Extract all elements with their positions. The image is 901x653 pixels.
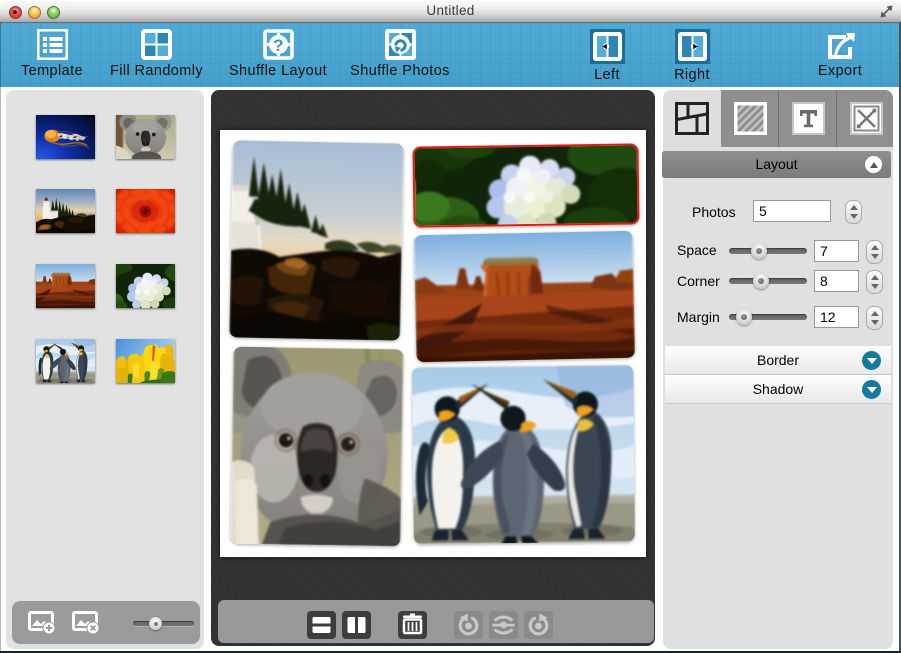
- svg-text:?: ?: [273, 36, 284, 55]
